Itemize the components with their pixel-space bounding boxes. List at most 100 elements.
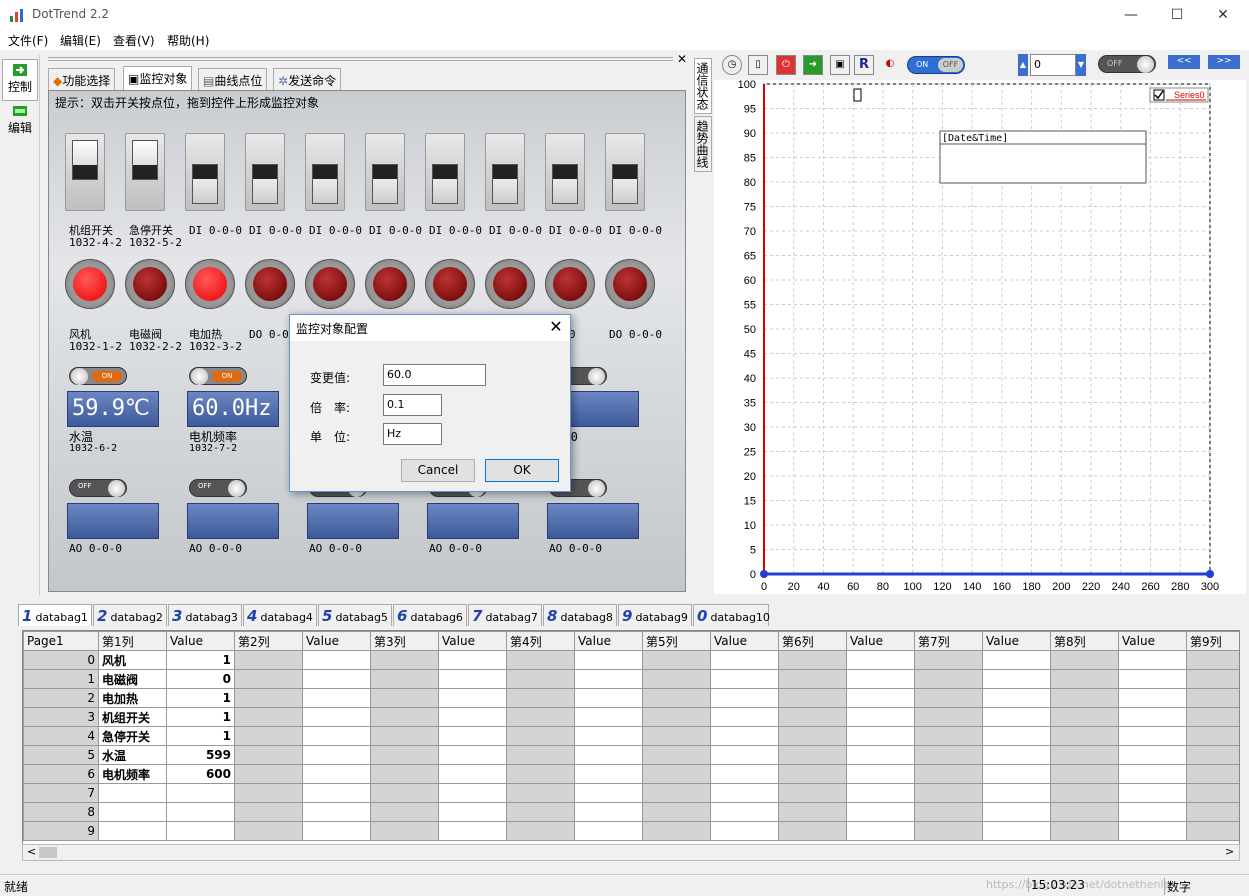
grid-cell[interactable] — [370, 707, 439, 727]
grid-cell[interactable] — [710, 745, 779, 765]
menu-edit[interactable]: 编辑(E) — [60, 32, 101, 49]
grid-cell[interactable] — [1118, 802, 1187, 822]
grid-cell[interactable] — [506, 821, 575, 841]
toggle-switch[interactable] — [365, 133, 405, 211]
grid-cell[interactable] — [846, 745, 915, 765]
grid-column-header[interactable]: Value — [166, 631, 235, 651]
grid-cell[interactable] — [438, 764, 507, 784]
power-icon[interactable]: ⏻ — [776, 55, 796, 75]
grid-cell[interactable] — [778, 688, 847, 708]
cancel-button[interactable]: Cancel — [401, 459, 475, 482]
toolbar-off-toggle[interactable]: OFF — [1098, 55, 1156, 73]
cell-value[interactable] — [166, 783, 235, 803]
minimize-button[interactable]: — — [1108, 0, 1154, 30]
spin-up-icon[interactable]: ▲ — [1018, 54, 1028, 76]
grid-cell[interactable] — [642, 650, 711, 670]
grid-cell[interactable] — [234, 669, 303, 689]
toggle-switch[interactable] — [425, 133, 465, 211]
databag-tab[interactable]: 6 databag6 — [393, 604, 467, 626]
analog-output-display[interactable] — [547, 503, 639, 539]
grid-cell[interactable] — [302, 764, 371, 784]
grid-cell[interactable] — [778, 726, 847, 746]
toggle-switch[interactable] — [185, 133, 225, 211]
grid-cell[interactable] — [778, 783, 847, 803]
analog-output-toggle[interactable]: OFF — [69, 479, 127, 497]
grid-cell[interactable] — [914, 669, 983, 689]
grid-cell[interactable] — [370, 802, 439, 822]
grid-cell[interactable] — [302, 802, 371, 822]
grid-cell[interactable] — [846, 650, 915, 670]
grid-column-header[interactable]: 第3列 — [370, 631, 439, 651]
grid-cell[interactable] — [234, 764, 303, 784]
grid-cell[interactable] — [1186, 802, 1239, 822]
grid-cell[interactable] — [574, 669, 643, 689]
toggle-switch[interactable] — [65, 133, 105, 211]
cell-name[interactable] — [98, 821, 167, 841]
analog-toggle[interactable]: ON — [69, 367, 127, 385]
grid-cell[interactable] — [982, 821, 1051, 841]
tab-send-command[interactable]: ✲发送命令 — [273, 68, 342, 90]
grid-cell[interactable] — [1186, 726, 1239, 746]
grid-cell[interactable] — [370, 726, 439, 746]
grid-cell[interactable] — [914, 821, 983, 841]
toggle-switch[interactable] — [305, 133, 345, 211]
clock-icon[interactable]: ◷ — [722, 55, 742, 75]
grid-cell[interactable] — [710, 650, 779, 670]
cell-value[interactable]: 1 — [166, 726, 235, 746]
row-header[interactable]: 9 — [23, 821, 99, 841]
toggle-switch[interactable] — [245, 133, 285, 211]
grid-cell[interactable] — [710, 821, 779, 841]
grid-cell[interactable] — [710, 726, 779, 746]
grid-cell[interactable] — [438, 688, 507, 708]
cell-value[interactable]: 600 — [166, 764, 235, 784]
grid-column-header[interactable]: Value — [1118, 631, 1187, 651]
grid-cell[interactable] — [506, 650, 575, 670]
grid-column-header[interactable]: Value — [574, 631, 643, 651]
databag-tab[interactable]: 4 databag4 — [243, 604, 317, 626]
cell-value[interactable]: 1 — [166, 650, 235, 670]
r-icon[interactable]: R — [854, 55, 874, 75]
databag-tab[interactable]: 3 databag3 — [168, 604, 242, 626]
grid-cell[interactable] — [302, 745, 371, 765]
grid-cell[interactable] — [982, 783, 1051, 803]
grid-column-header[interactable]: Value — [438, 631, 507, 651]
grid-cell[interactable] — [234, 802, 303, 822]
databag-tab[interactable]: 5 databag5 — [318, 604, 392, 626]
grid-cell[interactable] — [438, 707, 507, 727]
sidebar-control-button[interactable]: 控制 — [2, 59, 38, 101]
cell-name[interactable]: 风机 — [98, 650, 167, 670]
grid-cell[interactable] — [982, 802, 1051, 822]
grid-cell[interactable] — [506, 783, 575, 803]
grid-cell[interactable] — [846, 726, 915, 746]
grid-cell[interactable] — [506, 764, 575, 784]
grid-cell[interactable] — [710, 764, 779, 784]
grid-cell[interactable] — [1050, 726, 1119, 746]
grid-cell[interactable] — [982, 688, 1051, 708]
channel-spin-input[interactable]: 0 — [1030, 54, 1076, 76]
grid-cell[interactable] — [506, 745, 575, 765]
grid-cell[interactable] — [370, 650, 439, 670]
cell-name[interactable]: 机组开关 — [98, 707, 167, 727]
analog-output-display[interactable] — [307, 503, 399, 539]
toggle-switch[interactable] — [485, 133, 525, 211]
grid-cell[interactable] — [302, 783, 371, 803]
row-header[interactable]: 5 — [23, 745, 99, 765]
cell-name[interactable]: 电磁阀 — [98, 669, 167, 689]
tab-trend-curve[interactable]: 趋势曲线 — [694, 116, 712, 172]
grid-cell[interactable] — [982, 669, 1051, 689]
grid-cell[interactable] — [642, 726, 711, 746]
grid-cell[interactable] — [846, 688, 915, 708]
grid-cell[interactable] — [778, 821, 847, 841]
grid-cell[interactable] — [1186, 821, 1239, 841]
row-header[interactable]: 1 — [23, 669, 99, 689]
grid-column-header[interactable]: 第6列 — [778, 631, 847, 651]
grid-cell[interactable] — [846, 802, 915, 822]
grid-cell[interactable] — [642, 707, 711, 727]
grid-cell[interactable] — [846, 707, 915, 727]
next-button[interactable]: >> — [1208, 55, 1240, 69]
grid-cell[interactable] — [438, 783, 507, 803]
grid-cell[interactable] — [1050, 745, 1119, 765]
cell-value[interactable]: 599 — [166, 745, 235, 765]
grid-cell[interactable] — [846, 764, 915, 784]
grid-cell[interactable] — [778, 650, 847, 670]
